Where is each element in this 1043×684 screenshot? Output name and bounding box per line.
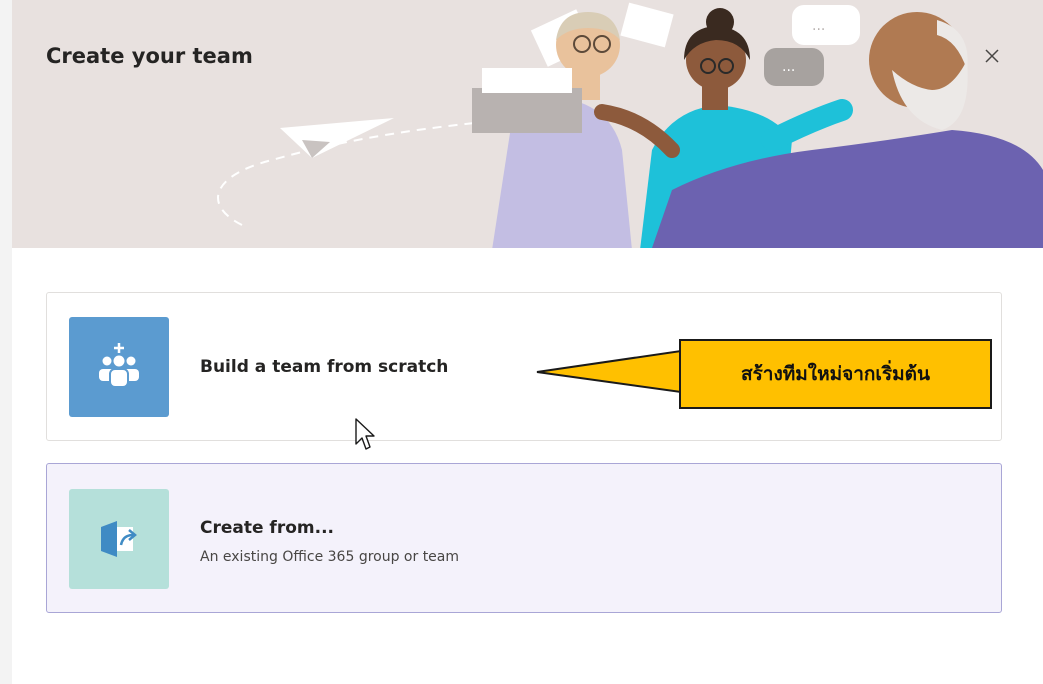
create-from-tile xyxy=(69,489,169,589)
build-from-scratch-label: Build a team from scratch xyxy=(200,357,449,377)
close-button[interactable] xyxy=(972,36,1012,76)
team-add-icon xyxy=(99,343,139,388)
team-add-tile xyxy=(69,317,169,417)
svg-text:...: ... xyxy=(782,59,795,75)
close-icon xyxy=(985,49,999,63)
dialog-header: ... ... Create your team xyxy=(12,0,1043,248)
create-from-option[interactable]: Create from... An existing Office 365 gr… xyxy=(46,463,1002,613)
header-illustration: ... ... xyxy=(217,2,1043,248)
create-team-dialog: ... ... Create your team Build a team fr… xyxy=(12,0,1043,684)
svg-text:...: ... xyxy=(812,18,825,34)
dialog-title: Create your team xyxy=(46,44,253,68)
create-from-icon xyxy=(101,521,137,557)
create-from-label: Create from... xyxy=(200,518,334,538)
create-from-description: An existing Office 365 group or team xyxy=(200,549,460,565)
annotation-callout: สร้างทีมใหม่จากเริ่มต้น xyxy=(679,339,992,409)
mouse-cursor-icon xyxy=(355,418,375,450)
